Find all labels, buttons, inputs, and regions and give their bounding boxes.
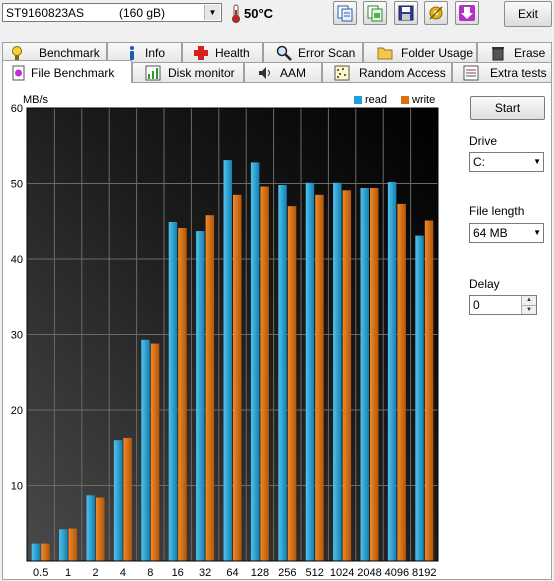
- chart-icon: [145, 65, 161, 81]
- tab-error-scan[interactable]: Error Scan: [263, 42, 363, 62]
- floppy-disk-icon: [398, 5, 414, 21]
- copy-image-icon: [367, 5, 383, 22]
- tab-label: Disk monitor: [168, 66, 235, 80]
- save-button[interactable]: [394, 1, 418, 25]
- tab-benchmark[interactable]: Benchmark: [2, 42, 107, 62]
- chevron-down-icon[interactable]: ▼: [533, 155, 541, 169]
- tab-folder-usage[interactable]: Folder Usage: [363, 42, 477, 62]
- download-arrow-icon: [459, 5, 475, 21]
- tab-erase[interactable]: Erase: [477, 42, 552, 62]
- chevron-down-icon[interactable]: ▼: [522, 306, 536, 315]
- exit-button[interactable]: Exit: [504, 1, 552, 27]
- tab-file-benchmark[interactable]: File Benchmark: [2, 60, 132, 83]
- copy-icon: [337, 5, 353, 22]
- tab-info[interactable]: Info: [107, 42, 182, 62]
- tab-label: Folder Usage: [401, 46, 474, 60]
- copy-image-button[interactable]: [363, 1, 387, 25]
- drive-label: Drive: [469, 134, 498, 148]
- tab-label: Benchmark: [39, 46, 100, 60]
- options-button[interactable]: [424, 1, 448, 25]
- file-benchmark-icon: [12, 65, 25, 81]
- file-length-value: 64 MB: [473, 226, 508, 240]
- tab-health[interactable]: Health: [182, 42, 263, 62]
- tab-extra-tests[interactable]: Extra tests: [452, 62, 552, 82]
- tab-random-access[interactable]: Random Access: [322, 62, 452, 82]
- delay-label: Delay: [469, 277, 500, 291]
- tab-row-1: Benchmark Info Health Error Scan Folder …: [0, 42, 554, 62]
- drive-select[interactable]: ST9160823AS (160 gB) ▼: [2, 3, 222, 22]
- drive-letter-value: C:: [473, 155, 485, 169]
- health-cross-icon: [194, 46, 208, 60]
- tab-label: Erase: [514, 46, 546, 60]
- tab-label: Random Access: [359, 66, 446, 80]
- magnifier-icon: [276, 45, 292, 61]
- tab-label: AAM: [280, 66, 307, 80]
- trash-icon: [492, 47, 504, 61]
- tab-label: Error Scan: [298, 46, 356, 60]
- legend-label-write: write: [412, 94, 436, 106]
- random-access-icon: [334, 65, 350, 81]
- temperature-readout: 50°C: [244, 6, 274, 21]
- tab-row-2: File Benchmark Disk monitor AAM Random A…: [0, 60, 554, 83]
- chevron-down-icon[interactable]: ▼: [533, 226, 541, 240]
- delay-value: 0: [473, 298, 480, 312]
- tab-disk-monitor[interactable]: Disk monitor: [132, 62, 244, 82]
- toolbar: ST9160823AS (160 gB) ▼ 50°C Exit: [0, 0, 554, 30]
- start-button[interactable]: Start: [470, 96, 545, 120]
- benchmark-icon: [12, 46, 22, 60]
- file-length-label: File length: [469, 204, 525, 218]
- folder-icon: [377, 47, 393, 60]
- extra-tests-icon: [463, 65, 479, 81]
- tab-label: Health: [215, 46, 250, 60]
- delay-spinner[interactable]: 0 ▲ ▼: [469, 295, 537, 315]
- legend-write: write: [401, 94, 435, 106]
- legend-label-read: read: [365, 94, 388, 106]
- file-length-select[interactable]: 64 MB ▼: [469, 223, 544, 243]
- legend-swatch-write: [401, 96, 409, 105]
- copy-text-button[interactable]: [333, 1, 357, 25]
- tab-label: Extra tests: [490, 66, 547, 80]
- download-button[interactable]: [455, 1, 479, 25]
- drive-letter-select[interactable]: C: ▼: [469, 152, 544, 172]
- legend-swatch-read: [354, 96, 362, 105]
- wrench-tools-icon: [429, 6, 443, 20]
- drive-model: ST9160823AS: [6, 6, 85, 20]
- speaker-icon: [259, 67, 270, 79]
- thermometer-icon: [231, 4, 241, 24]
- spinner-buttons[interactable]: ▲ ▼: [521, 296, 536, 314]
- info-icon: [130, 46, 134, 60]
- chevron-down-icon[interactable]: ▼: [204, 5, 220, 20]
- y-axis-label: MB/s: [23, 94, 49, 106]
- drive-capacity: (160 gB): [119, 6, 166, 20]
- legend-read: read: [354, 94, 387, 106]
- tab-label: Info: [145, 46, 166, 60]
- tab-aam[interactable]: AAM: [244, 62, 322, 82]
- chevron-up-icon[interactable]: ▲: [522, 296, 536, 306]
- tab-label: File Benchmark: [31, 66, 115, 80]
